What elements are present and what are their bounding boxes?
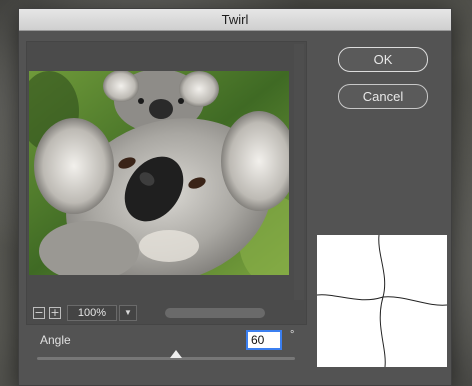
zoom-out-button[interactable]: − [33,307,45,319]
angle-label: Angle [40,333,71,347]
degree-symbol: ° [290,329,295,341]
angle-slider-handle[interactable] [170,350,183,358]
koala-illustration [29,71,289,275]
chevron-down-icon: ▼ [124,308,132,317]
zoom-controls: − + 100% ▼ [29,302,304,324]
dialog-title: Twirl [19,9,451,31]
zoom-dropdown-button[interactable]: ▼ [119,305,137,321]
cancel-button[interactable]: Cancel [338,84,428,109]
ok-button[interactable]: OK [338,47,428,72]
twirl-curves [316,234,448,368]
zoom-in-button[interactable]: + [49,307,61,319]
angle-input[interactable]: 60 [246,330,282,350]
koala-preview-image[interactable] [29,71,289,275]
preview-vertical-scrollbar[interactable] [294,44,304,300]
plus-square-icon: + [50,306,60,319]
twirl-dialog: Twirl − + 100% ▼ OK Cancel Angle 60 ° [18,8,452,386]
preview-panel: − + 100% ▼ [26,41,307,325]
twirl-distortion-preview [316,234,448,368]
zoom-level-field[interactable]: 100% [67,305,117,321]
minus-square-icon: − [34,306,44,319]
preview-horizontal-scrollbar[interactable] [165,308,265,318]
angle-slider-track[interactable] [37,357,295,360]
